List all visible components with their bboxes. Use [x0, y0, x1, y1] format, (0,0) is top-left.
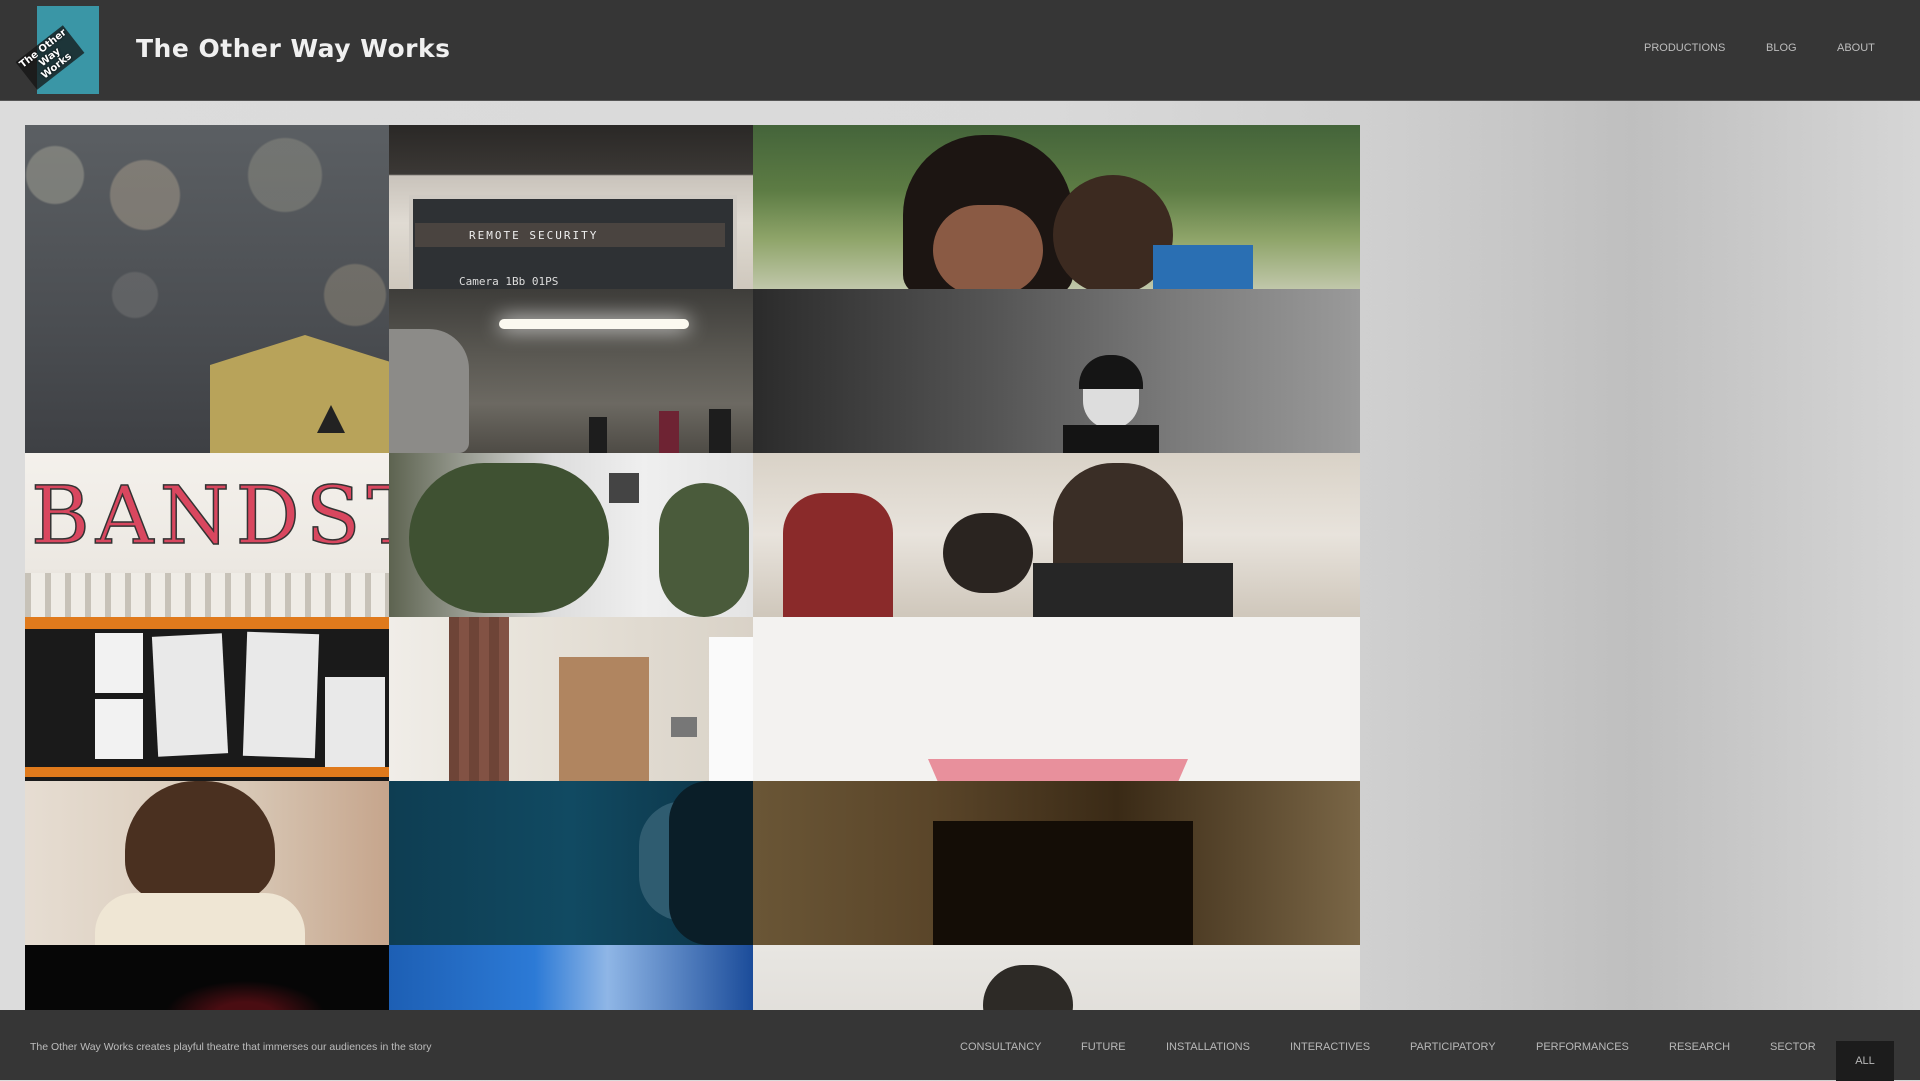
- wall-window: [609, 473, 639, 503]
- lamp: [671, 717, 697, 737]
- person-glasses: [943, 513, 1033, 593]
- woman-shoulders: [95, 893, 305, 945]
- tile-bokeh-house-shape: [210, 335, 389, 453]
- tile-dark-red[interactable]: [25, 945, 389, 1010]
- tree-foliage: [409, 463, 609, 613]
- filter-participatory[interactable]: PARTICIPATORY: [1410, 1041, 1496, 1053]
- bandstand-lettering: BANDST: [30, 468, 389, 563]
- filter-interactives[interactable]: INTERACTIVES: [1290, 1041, 1370, 1053]
- tile-bedroom-dresser[interactable]: [389, 617, 753, 781]
- person-2: [659, 411, 679, 453]
- parked-car: [389, 329, 469, 453]
- filter-installations[interactable]: INSTALLATIONS: [1166, 1041, 1250, 1053]
- poster-card-3: [325, 677, 385, 767]
- pink-envelope: [928, 759, 1188, 781]
- tile-bandstand-poster[interactable]: BANDST: [25, 453, 389, 617]
- nav-blog[interactable]: BLOG: [1766, 42, 1797, 54]
- woman-body: [1063, 425, 1159, 453]
- nav-productions[interactable]: PRODUCTIONS: [1644, 42, 1725, 54]
- tile-remote-security-laptop[interactable]: REMOTE SECURITY Camera 1Bb 01PS: [389, 125, 753, 289]
- tile-workshop-group[interactable]: [753, 453, 1360, 617]
- site-title[interactable]: The Other Way Works: [136, 34, 450, 63]
- girl-right-jacket: [1153, 245, 1253, 289]
- filter-sector[interactable]: SECTOR: [1770, 1041, 1816, 1053]
- tile-woman-in-corridor[interactable]: [753, 289, 1360, 453]
- letter-card-p: [95, 699, 143, 759]
- tile-poster-wall[interactable]: [25, 617, 389, 781]
- footer-tagline: The Other Way Works creates playful thea…: [30, 1041, 432, 1053]
- tile-two-girls-park[interactable]: [753, 125, 1360, 289]
- person-black-top: [1033, 563, 1233, 617]
- man-head: [983, 965, 1073, 1010]
- poster-card-2: [242, 631, 320, 759]
- tile-dark-doorway[interactable]: [753, 781, 1360, 945]
- person-1: [589, 417, 607, 453]
- filter-research[interactable]: RESEARCH: [1669, 1041, 1730, 1053]
- tile-pink-envelope[interactable]: [753, 617, 1360, 781]
- filter-consultancy[interactable]: CONSULTANCY: [960, 1041, 1042, 1053]
- person-3: [709, 409, 731, 453]
- orange-stripe-bottom: [25, 767, 389, 777]
- doorway: [933, 821, 1193, 945]
- orange-stripe-top: [25, 617, 389, 629]
- filter-future[interactable]: FUTURE: [1081, 1041, 1126, 1053]
- person-red-shirt: [783, 493, 893, 617]
- filter-all[interactable]: ALL: [1836, 1041, 1894, 1081]
- woman-hair-back: [125, 781, 275, 901]
- site-header: The Other Way Works The Other Way Works …: [0, 0, 1920, 100]
- woman-hair-blue: [669, 781, 753, 945]
- bed: [709, 637, 753, 781]
- tile-bokeh-a-mark: [317, 405, 345, 433]
- ceiling-light: [499, 319, 689, 329]
- laptop-screen-subtitle: Camera 1Bb 01PS: [459, 275, 559, 288]
- letter-card-o: [95, 633, 143, 693]
- tile-woman-blue-light[interactable]: [389, 781, 753, 945]
- tile-tree-in-courtyard[interactable]: [389, 453, 753, 617]
- nav-about[interactable]: ABOUT: [1837, 42, 1875, 54]
- productions-grid: REMOTE SECURITY Camera 1Bb 01PS BANDST: [25, 125, 1360, 1010]
- tree-foliage-right: [659, 483, 749, 617]
- tile-woman-from-behind[interactable]: [25, 781, 389, 945]
- tile-blue-stage[interactable]: [389, 945, 753, 1010]
- girl-left-face: [933, 205, 1043, 289]
- site-footer: The Other Way Works creates playful thea…: [0, 1010, 1920, 1081]
- woman-hair: [1079, 355, 1143, 389]
- poster-card-1: [151, 633, 229, 757]
- laptop-screen-title: REMOTE SECURITY: [469, 229, 599, 242]
- poster-flowers: [25, 573, 389, 617]
- tile-bokeh-lights[interactable]: [25, 125, 389, 453]
- dresser: [559, 657, 649, 781]
- tile-car-park-people[interactable]: [389, 289, 753, 453]
- tile-man-tent[interactable]: [753, 945, 1360, 1010]
- filter-performances[interactable]: PERFORMANCES: [1536, 1041, 1629, 1053]
- curtain: [449, 617, 509, 781]
